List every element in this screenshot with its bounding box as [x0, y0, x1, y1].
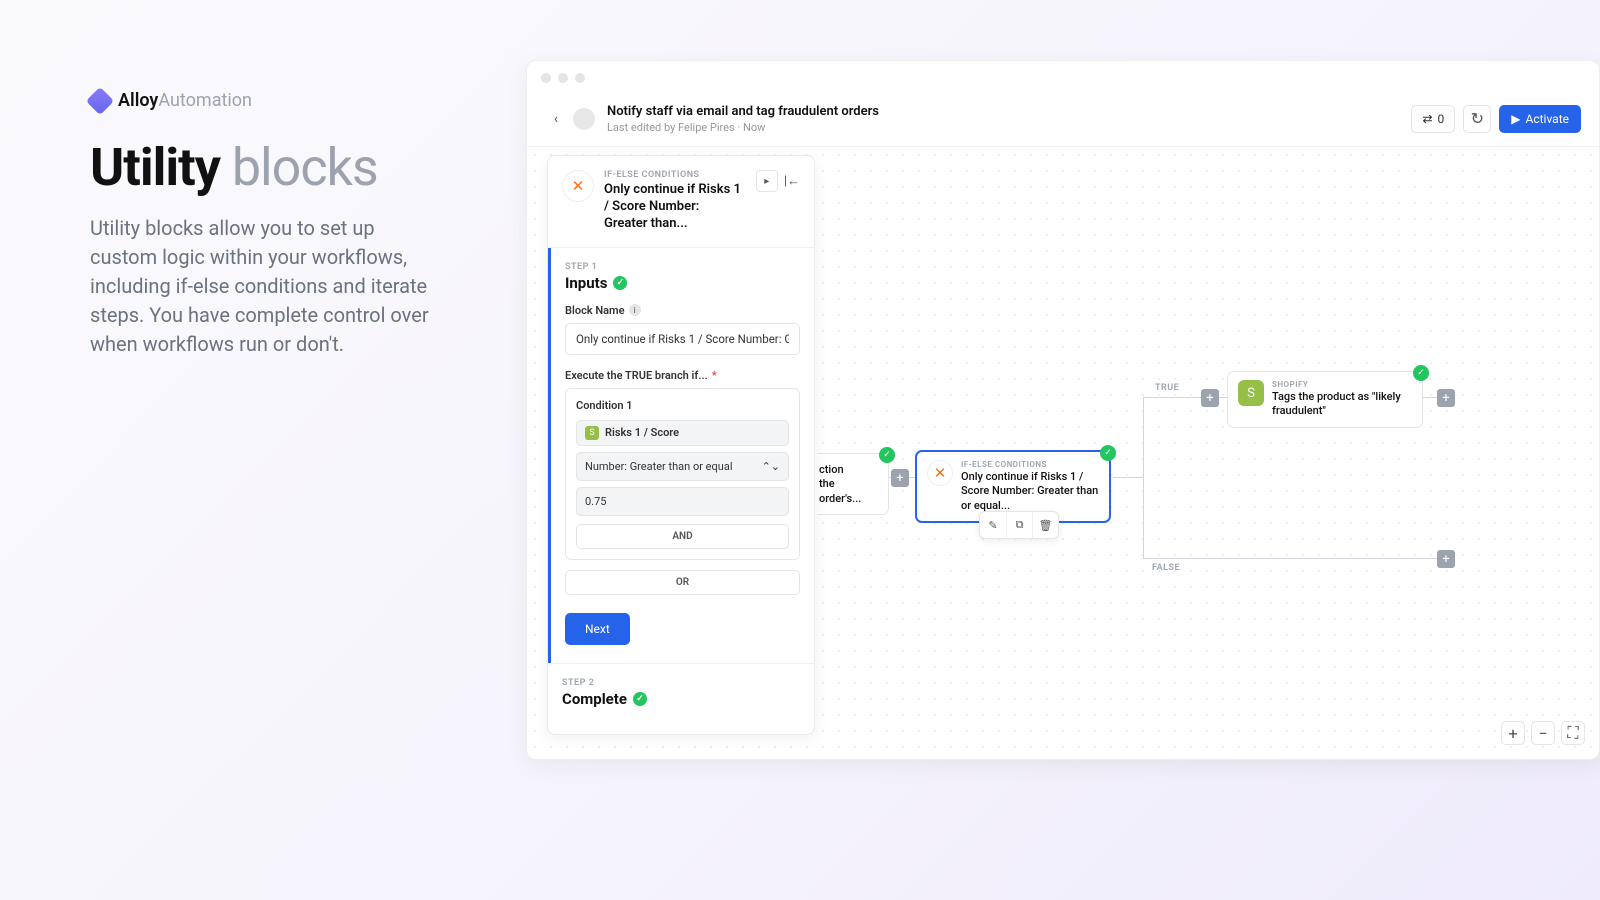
branch-false-label: FALSE: [1152, 563, 1180, 573]
copy-node-button[interactable]: ⧉: [1006, 512, 1032, 538]
add-node-button[interactable]: +: [1437, 550, 1455, 568]
info-icon[interactable]: i: [629, 304, 641, 316]
branch-true-label: TRUE: [1155, 383, 1179, 393]
workflow-subtitle: Last edited by Felipe Pires · Now: [607, 121, 879, 134]
zoom-out-button[interactable]: −: [1531, 721, 1555, 745]
workflow-node-partial[interactable]: ction the order's... ✓: [817, 453, 889, 515]
shopify-icon: S: [585, 426, 599, 440]
app-window: ‹ Notify staff via email and tag fraudul…: [526, 60, 1600, 760]
shopify-icon: S: [1238, 380, 1264, 406]
add-node-button[interactable]: +: [1201, 389, 1219, 407]
workflow-node-shopify[interactable]: S SHOPIFY Tags the product as "likely fr…: [1227, 371, 1423, 428]
operator-select[interactable]: Number: Greater than or equal⌃⌄: [576, 452, 789, 481]
branch-icon: ✕: [927, 460, 953, 486]
zoom-in-button[interactable]: +: [1501, 721, 1525, 745]
refresh-button[interactable]: ↻: [1463, 105, 1491, 133]
add-node-button[interactable]: +: [891, 469, 909, 487]
branch-icon: ✕: [562, 170, 594, 202]
step-inputs-title: Inputs✓: [565, 274, 800, 292]
check-icon: ✓: [633, 692, 647, 706]
preview-button[interactable]: ▸: [756, 170, 778, 192]
block-name-input[interactable]: [565, 323, 800, 355]
workflow-avatar: [573, 108, 595, 130]
condition-field-chip[interactable]: SRisks 1 / Score: [576, 420, 789, 446]
check-icon: ✓: [1100, 445, 1116, 461]
connector: [1113, 477, 1143, 478]
brand-sub: Automation: [158, 90, 252, 111]
check-icon: ✓: [1413, 365, 1429, 381]
or-button[interactable]: OR: [565, 570, 800, 595]
node-action-bar: ✎ ⧉ 🗑: [979, 511, 1059, 539]
add-node-button[interactable]: +: [1437, 389, 1455, 407]
branch-condition-label: Execute the TRUE branch if...*: [565, 369, 800, 382]
activate-button[interactable]: ▶ Activate: [1499, 105, 1581, 133]
delete-node-button[interactable]: 🗑: [1032, 512, 1058, 538]
connector: [1143, 397, 1233, 398]
filter-count-button[interactable]: ⇅0: [1411, 105, 1455, 133]
fullscreen-button[interactable]: ⛶: [1561, 721, 1585, 745]
window-traffic-lights: [541, 73, 585, 83]
connector: [1143, 397, 1144, 559]
check-icon: ✓: [879, 447, 895, 463]
brand-logo: AlloyAutomation: [90, 90, 490, 111]
connector: [1143, 558, 1453, 559]
app-header: ‹ Notify staff via email and tag fraudul…: [527, 91, 1599, 147]
config-panel: ✕ IF-ELSE CONDITIONS Only continue if Ri…: [547, 155, 815, 735]
hero-headline: Utility blocks: [90, 139, 490, 196]
check-icon: ✓: [613, 276, 627, 290]
next-button[interactable]: Next: [565, 613, 630, 645]
back-button[interactable]: ‹: [545, 108, 567, 130]
workflow-canvas[interactable]: ction the order's... ✓ + ✕ IF-ELSE CONDI…: [527, 147, 1599, 759]
logo-icon: [86, 86, 114, 114]
collapse-panel-button[interactable]: |←: [784, 173, 800, 189]
brand-name: Alloy: [118, 90, 158, 111]
hero-description: Utility blocks allow you to set up custo…: [90, 214, 430, 359]
step-complete-title: Complete✓: [562, 690, 800, 708]
block-name-label: Block Namei: [565, 304, 800, 317]
and-button[interactable]: AND: [576, 524, 789, 549]
condition-group: Condition 1 SRisks 1 / Score Number: Gre…: [565, 388, 800, 560]
workflow-title: Notify staff via email and tag fraudulen…: [607, 104, 879, 119]
chevron-updown-icon: ⌃⌄: [762, 460, 780, 473]
condition-value-input[interactable]: [576, 487, 789, 516]
edit-node-button[interactable]: ✎: [980, 512, 1006, 538]
